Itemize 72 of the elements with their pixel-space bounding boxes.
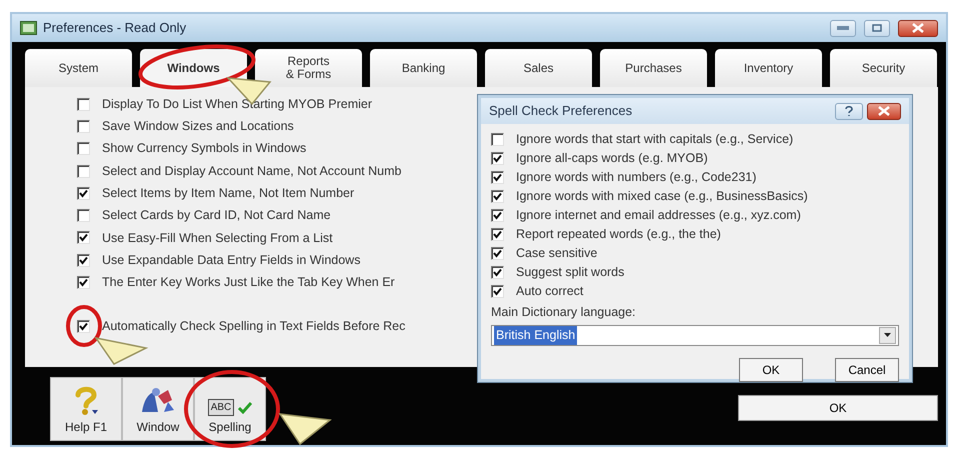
toolbar-button[interactable]: Help F1 [50, 377, 122, 441]
checkbox[interactable] [77, 320, 90, 334]
option-label: Use Expandable Data Entry Fields in Windows [102, 252, 360, 269]
option-label: Case sensitive [516, 245, 598, 262]
tab[interactable]: Reports & Forms [255, 49, 362, 87]
option-label: The Enter Key Works Just Like the Tab Key When Er [102, 274, 395, 292]
checkbox[interactable] [491, 171, 504, 184]
close-button[interactable] [898, 20, 938, 36]
ok-button[interactable]: OK [738, 395, 938, 421]
checkbox[interactable] [491, 190, 504, 203]
option-label: Select Items by Item Name, Not Item Number [102, 184, 354, 202]
checkbox[interactable] [491, 133, 504, 146]
option-label: Ignore all-caps words (e.g. MYOB) [516, 150, 708, 168]
checkbox[interactable] [77, 98, 90, 111]
cancel-button[interactable]: Cancel [835, 358, 899, 382]
help-icon [845, 106, 853, 116]
maximize-icon [872, 24, 882, 32]
checkbox[interactable] [491, 152, 504, 165]
minimize-icon [837, 26, 849, 30]
maximize-button[interactable] [864, 20, 890, 36]
dropdown-arrow-icon [884, 333, 891, 338]
help-button[interactable] [835, 102, 863, 120]
close-button[interactable] [867, 102, 901, 120]
checkbox[interactable] [77, 120, 90, 133]
tab[interactable]: System [25, 49, 132, 87]
checkbox[interactable] [491, 209, 504, 222]
checkbox[interactable] [491, 266, 504, 279]
checkbox[interactable] [77, 276, 90, 290]
option-label: Suggest split words [516, 264, 624, 282]
question-mark-icon [73, 386, 99, 416]
tab[interactable]: Purchases [600, 49, 707, 87]
check-icon [238, 402, 252, 414]
annotation-circle [66, 305, 102, 347]
option-label: Select and Display Account Name, Not Account Numb [102, 162, 402, 180]
language-dropdown[interactable]: British English [491, 324, 899, 346]
close-icon [878, 106, 890, 116]
checkbox[interactable] [77, 231, 90, 244]
option-label: Select Cards by Card ID, Not Card Name [102, 207, 331, 224]
window-title: Preferences - Read Only [43, 19, 186, 38]
checkbox[interactable] [77, 142, 90, 156]
checkbox[interactable] [491, 247, 504, 260]
option-label: Show Currency Symbols in Windows [102, 140, 306, 158]
tab[interactable]: Inventory [715, 49, 822, 87]
abc-label: ABC [208, 399, 234, 416]
option-label: Ignore words that start with capitals (e.g., Service) [516, 131, 794, 148]
pointer-arrow [94, 336, 148, 365]
ok-button[interactable]: OK [739, 358, 803, 382]
option-label: Use Easy-Fill When Selecting From a List [102, 230, 333, 247]
checkbox[interactable] [77, 164, 90, 178]
tab[interactable]: Sales [485, 49, 592, 87]
option-label: Report repeated words (e.g., the the) [516, 226, 721, 244]
field-label: Main Dictionary language: [491, 304, 637, 321]
option-label: Ignore words with numbers (e.g., Code231) [516, 169, 756, 186]
toolbar-button[interactable]: Window [122, 377, 194, 441]
close-icon [912, 23, 924, 33]
checkbox[interactable] [77, 209, 90, 222]
option-label: Ignore internet and email addresses (e.g., xyz.com) [516, 207, 801, 224]
tab[interactable]: Banking [370, 49, 477, 87]
option-label: Automatically Check Spelling in Text Fields Before Rec [102, 318, 406, 336]
tab[interactable]: Security [830, 49, 937, 87]
option-label: Ignore words with mixed case (e.g., BusinessBasics) [516, 188, 808, 206]
checkbox[interactable] [77, 254, 90, 267]
app-icon [20, 21, 37, 35]
checkbox[interactable] [491, 285, 504, 298]
checkbox[interactable] [77, 186, 90, 200]
toolbar-button[interactable]: ABC Spelling [194, 377, 266, 441]
minimize-button[interactable] [830, 20, 856, 36]
option-label: Auto correct [516, 283, 584, 300]
dialog-title: Spell Check Preferences [489, 102, 632, 120]
option-label: Save Window Sizes and Locations [102, 118, 294, 136]
pointer-arrow [278, 413, 332, 446]
checkbox[interactable] [491, 228, 504, 241]
